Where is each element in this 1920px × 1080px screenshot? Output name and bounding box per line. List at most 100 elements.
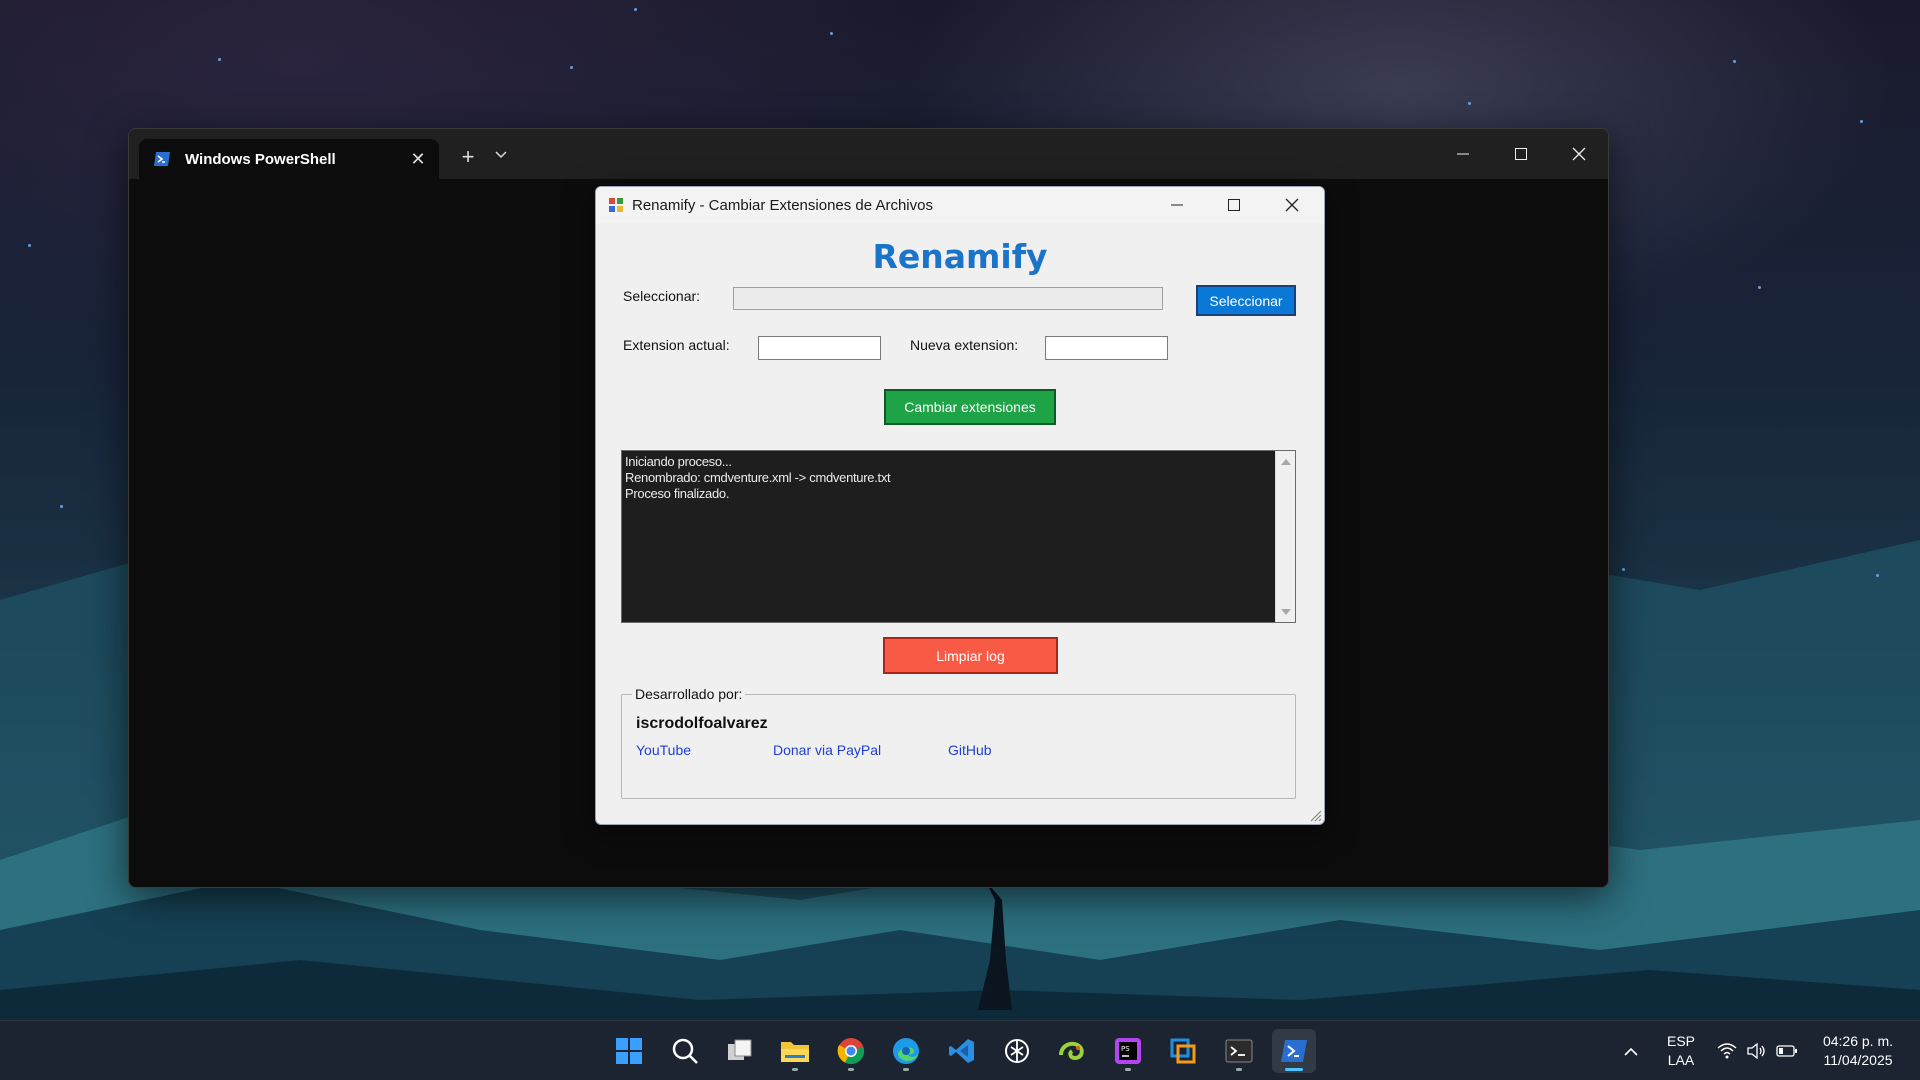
group-title: Desarrollado por:: [632, 686, 746, 702]
terminal-minimize-button[interactable]: [1440, 139, 1486, 169]
new-extension-input[interactable]: [1045, 336, 1168, 360]
task-view-icon: [728, 1039, 752, 1060]
virtualbox-icon: [1170, 1038, 1196, 1064]
vscode-icon: [949, 1039, 974, 1063]
taskbar-virtualbox[interactable]: [1161, 1029, 1205, 1073]
running-indicator: [1236, 1068, 1242, 1071]
task-view-button[interactable]: [718, 1029, 762, 1073]
scroll-down-icon[interactable]: [1276, 603, 1296, 621]
youtube-link[interactable]: YouTube: [636, 742, 691, 758]
running-indicator: [903, 1068, 909, 1071]
scroll-up-icon[interactable]: [1276, 452, 1296, 470]
start-button[interactable]: [607, 1029, 651, 1073]
taskbar: PS ESP LAA 04:26 p. m. 11/04/2025: [0, 1020, 1920, 1080]
running-indicator: [1125, 1068, 1131, 1071]
tab-title: Windows PowerShell: [185, 150, 336, 168]
file-explorer-icon: [781, 1042, 809, 1062]
powershell-icon: [1281, 1040, 1307, 1062]
new-extension-label: Nueva extension:: [910, 337, 1019, 353]
current-extension-input[interactable]: [758, 336, 881, 360]
renamify-titlebar[interactable]: Renamify - Cambiar Extensiones de Archiv…: [596, 187, 1324, 223]
tab-dropdown-icon[interactable]: [491, 146, 511, 162]
search-icon: [672, 1038, 698, 1064]
running-indicator: [1285, 1068, 1303, 1071]
star: [28, 244, 31, 247]
log-line: Renombrado: cmdventure.xml -> cmdventure…: [625, 470, 891, 485]
wifi-icon[interactable]: [1716, 1041, 1738, 1061]
log-textbox[interactable]: Iniciando proceso... Renombrado: cmdvent…: [621, 450, 1296, 623]
star: [1758, 286, 1761, 289]
app-icon: [609, 198, 623, 212]
close-icon: [1285, 198, 1299, 212]
star: [634, 8, 637, 11]
star: [1733, 60, 1736, 63]
select-button[interactable]: Seleccionar: [1196, 285, 1296, 316]
path-field[interactable]: [733, 287, 1163, 310]
search-button[interactable]: [663, 1029, 707, 1073]
input-language-indicator[interactable]: ESP LAA: [1660, 1032, 1702, 1070]
minimize-button[interactable]: [1154, 190, 1200, 220]
clock-time: 04:26 p. m.: [1822, 1033, 1894, 1049]
log-line: Proceso finalizado.: [625, 486, 730, 501]
terminal-icon: [1225, 1039, 1253, 1063]
star: [570, 66, 573, 69]
new-tab-button[interactable]: +: [455, 144, 481, 170]
show-hidden-icons-chevron-up-icon[interactable]: [1620, 1041, 1642, 1061]
taskbar-edge[interactable]: [884, 1029, 928, 1073]
star: [60, 505, 63, 508]
taskbar-file-explorer[interactable]: [773, 1029, 817, 1073]
taskbar-phpstorm[interactable]: PS: [1106, 1029, 1150, 1073]
select-label: Seleccionar:: [623, 288, 701, 304]
clear-log-button[interactable]: Limpiar log: [883, 637, 1058, 674]
paypal-link[interactable]: Donar via PayPal: [773, 742, 881, 758]
running-indicator: [792, 1068, 798, 1071]
chatgpt-icon: [1005, 1039, 1029, 1063]
keyboard-layout: LAA: [1667, 1052, 1695, 1068]
star: [830, 32, 833, 35]
powershell-icon: [154, 152, 170, 166]
chrome-icon: [837, 1038, 865, 1065]
maximize-icon: [1515, 148, 1527, 160]
volume-icon[interactable]: [1746, 1041, 1768, 1061]
svg-text:PS: PS: [1121, 1045, 1130, 1053]
terminal-maximize-button[interactable]: [1498, 139, 1544, 169]
star: [1860, 120, 1863, 123]
terminal-close-button[interactable]: [1556, 139, 1602, 169]
taskbar-powershell[interactable]: [1272, 1029, 1316, 1073]
edge-icon: [893, 1038, 919, 1064]
resize-grip-icon[interactable]: [1308, 808, 1322, 822]
star: [1622, 568, 1625, 571]
log-scrollbar[interactable]: [1275, 451, 1295, 622]
taskbar-terminal[interactable]: [1217, 1029, 1261, 1073]
taskbar-chrome[interactable]: [829, 1029, 873, 1073]
current-extension-label: Extension actual:: [623, 337, 730, 353]
log-line: Iniciando proceso...: [625, 454, 732, 469]
renamify-window: Renamify - Cambiar Extensiones de Archiv…: [595, 186, 1325, 825]
chameleon-icon: [1059, 1041, 1084, 1061]
app-brand-title: Renamify: [872, 237, 1048, 276]
start-icon: [616, 1038, 642, 1064]
window-title: Renamify - Cambiar Extensiones de Archiv…: [632, 197, 933, 214]
github-link[interactable]: GitHub: [948, 742, 992, 758]
developer-groupbox: Desarrollado por: iscrodolfoalvarez YouT…: [621, 686, 1296, 799]
taskbar-chatgpt[interactable]: [995, 1029, 1039, 1073]
close-button[interactable]: [1269, 190, 1315, 220]
taskbar-vscode[interactable]: [940, 1029, 984, 1073]
star: [1876, 574, 1879, 577]
taskbar-chameleon-app[interactable]: [1050, 1029, 1094, 1073]
tab-close-icon[interactable]: ✕: [403, 149, 433, 170]
clock-date: 11/04/2025: [1823, 1052, 1893, 1068]
phpstorm-icon: PS: [1115, 1038, 1141, 1064]
minimize-icon: [1171, 204, 1183, 206]
maximize-button[interactable]: [1211, 190, 1257, 220]
tab-windows-powershell[interactable]: Windows PowerShell ✕: [139, 139, 439, 179]
battery-icon[interactable]: [1776, 1041, 1798, 1061]
log-content: Iniciando proceso... Renombrado: cmdvent…: [625, 454, 1273, 502]
clock[interactable]: 04:26 p. m. 11/04/2025: [1808, 1032, 1908, 1070]
maximize-icon: [1228, 199, 1240, 211]
terminal-titlebar[interactable]: Windows PowerShell ✕ +: [129, 129, 1608, 179]
author-name: iscrodolfoalvarez: [636, 715, 768, 732]
star: [218, 58, 221, 61]
star: [1468, 102, 1471, 105]
change-extensions-button[interactable]: Cambiar extensiones: [884, 389, 1056, 425]
